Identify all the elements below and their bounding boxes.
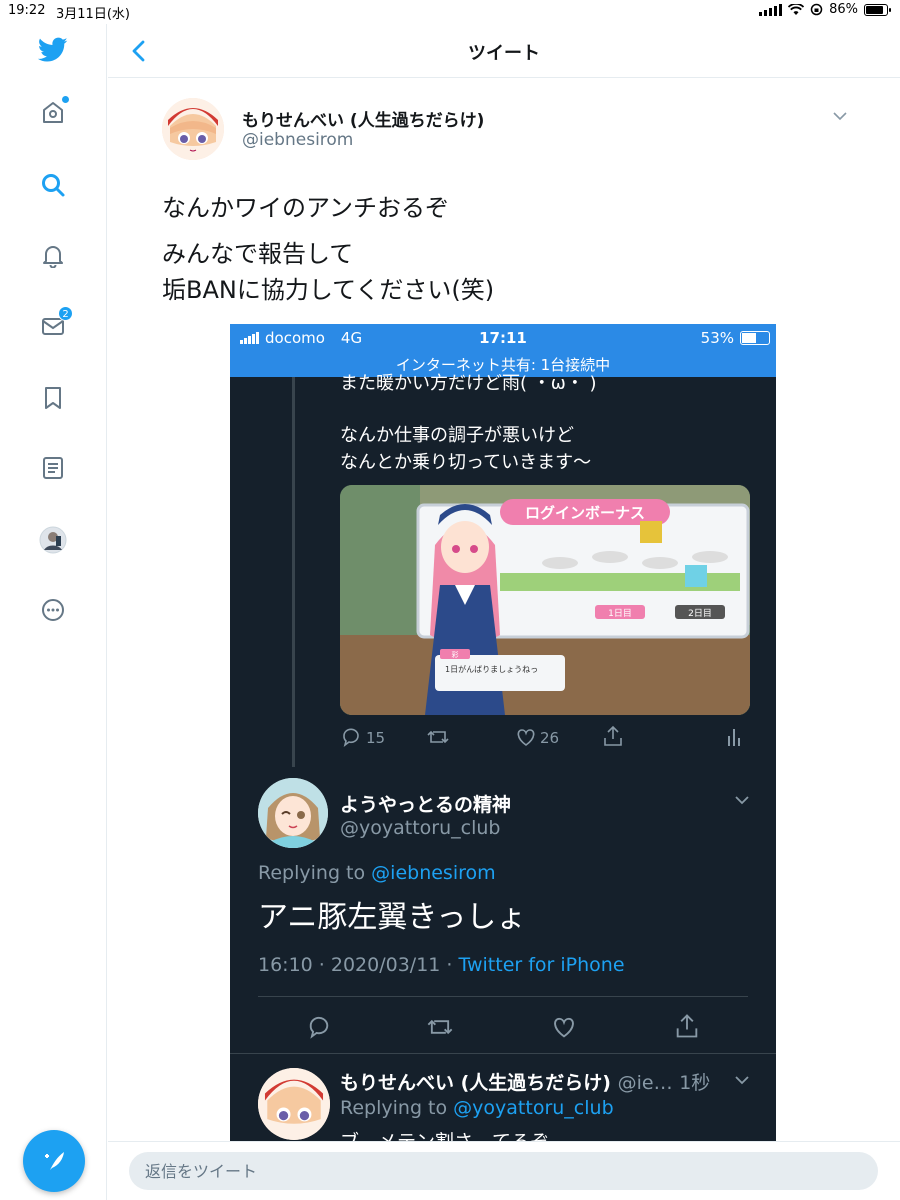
quoted-text-line: なんか仕事の調子が悪いけど xyxy=(340,425,574,446)
character-name-label: 彩 xyxy=(452,650,459,659)
second-reply-time: 1秒 xyxy=(679,1072,711,1094)
signal-icon xyxy=(759,3,783,16)
reply-icon[interactable] xyxy=(340,726,362,748)
quoted-text-line: また暖かい方だけど雨( ・ω・ ) xyxy=(340,373,597,394)
reply-chevron-down-icon[interactable] xyxy=(732,790,752,810)
header-bar: ツイート xyxy=(108,24,900,78)
replying-to: Replying to @iebnesirom xyxy=(258,862,496,884)
second-replying-prefix: Replying to xyxy=(340,1097,448,1119)
sidebar: 2 xyxy=(0,24,107,1200)
bookmark-icon[interactable] xyxy=(37,382,69,414)
second-reply-header: もりせんべい (人生過ちだらけ) @ie… 1秒 xyxy=(340,1068,710,1095)
list-icon[interactable] xyxy=(37,452,69,484)
author-handle[interactable]: @iebnesirom xyxy=(242,130,353,150)
divider xyxy=(258,996,748,997)
tweet-text-line: みんなで報告して xyxy=(162,240,354,268)
reply-meta: 16:10 · 2020/03/11 · Twitter for iPhone xyxy=(258,954,625,976)
replying-prefix: Replying to xyxy=(258,862,366,884)
tweet-text-line: 垢BANに協力してください(笑) xyxy=(162,276,495,304)
battery-percent: 86% xyxy=(829,2,858,17)
reply-source[interactable]: Twitter for iPhone xyxy=(459,954,625,976)
rotation-lock-icon xyxy=(810,3,823,16)
home-icon[interactable] xyxy=(37,96,69,128)
embedded-battery-icon xyxy=(740,331,770,345)
reply-count: 15 xyxy=(366,729,386,747)
wifi-icon xyxy=(788,3,805,15)
status-time: 19:22 xyxy=(8,3,46,18)
second-reply-text: ブ…メテン割さ…てるぞ xyxy=(340,1127,549,1141)
status-bar: 19:22 3月11日(水) 86% xyxy=(0,0,900,24)
replier-name[interactable]: ようやっとるの精神 xyxy=(340,790,511,817)
like-icon[interactable] xyxy=(514,726,538,748)
reply-actions xyxy=(230,1012,776,1042)
mail-icon[interactable]: 2 xyxy=(37,306,73,342)
like-icon[interactable] xyxy=(550,1014,578,1040)
embedded-battery-percent: 53% xyxy=(700,329,734,347)
chevron-down-icon[interactable] xyxy=(830,106,850,126)
status-date: 3月11日(水) xyxy=(56,7,130,22)
like-count: 26 xyxy=(540,729,560,747)
day2-label: 2日目 xyxy=(688,608,712,619)
quoted-text-line: なんとか乗り切っていきます〜 xyxy=(340,452,592,473)
bell-icon[interactable] xyxy=(37,239,69,271)
second-replying-to: Replying to @yoyattoru_club xyxy=(340,1097,614,1119)
messages-badge: 2 xyxy=(58,306,73,321)
character-speech: 1日がんばりましょうねっ xyxy=(445,664,538,674)
share-icon[interactable] xyxy=(674,1012,700,1040)
login-bonus-banner: ログインボーナス xyxy=(525,504,645,522)
retweet-icon[interactable] xyxy=(426,726,450,748)
replier-avatar[interactable] xyxy=(258,778,328,848)
reply-timestamp: 16:10 · 2020/03/11 · xyxy=(258,954,459,976)
share-icon[interactable] xyxy=(602,724,624,748)
more-icon[interactable] xyxy=(37,594,69,626)
game-screenshot-image[interactable]: ログインボーナス 1日目 2日目 彩 1日がんばりましょうねっ xyxy=(340,485,750,715)
reply-icon[interactable] xyxy=(306,1014,332,1040)
profile-avatar-icon[interactable] xyxy=(37,524,69,556)
embedded-time: 17:11 xyxy=(479,329,527,347)
replying-to-link[interactable]: @iebnesirom xyxy=(371,862,495,884)
search-icon[interactable] xyxy=(37,169,69,201)
second-reply-handle[interactable]: @ie… xyxy=(618,1072,673,1094)
compose-icon xyxy=(45,1152,64,1170)
thread-line xyxy=(292,377,295,767)
divider xyxy=(230,1053,776,1054)
reply-input[interactable] xyxy=(129,1152,878,1190)
author-name[interactable]: もりせんべい (人生過ちだらけ) xyxy=(242,106,484,131)
second-replying-to-link[interactable]: @yoyattoru_club xyxy=(453,1097,613,1119)
day1-label: 1日目 xyxy=(608,608,632,619)
author-avatar[interactable] xyxy=(162,98,224,160)
second-reply-avatar[interactable] xyxy=(258,1068,330,1140)
reply-bar xyxy=(108,1141,900,1200)
home-notification-dot xyxy=(62,96,69,103)
page-title: ツイート xyxy=(468,43,540,64)
replier-handle[interactable]: @yoyattoru_club xyxy=(340,817,500,839)
battery-icon xyxy=(864,3,891,16)
tweet-text-line: なんかワイのアンチおるぞ xyxy=(162,194,450,222)
second-reply-name[interactable]: もりせんべい (人生過ちだらけ) xyxy=(340,1072,611,1094)
analytics-icon[interactable] xyxy=(726,726,742,748)
retweet-icon[interactable] xyxy=(426,1014,454,1040)
twitter-logo-icon[interactable] xyxy=(37,34,69,66)
second-reply-chevron-icon[interactable] xyxy=(732,1070,752,1090)
reply-text: アニ豚左翼きっしょ xyxy=(258,900,527,935)
attached-screenshot[interactable]: docomo 4G 17:11 53% インターネット共有: 1台接続中 また暖… xyxy=(230,324,776,1141)
compose-button[interactable] xyxy=(23,1130,85,1192)
quoted-tweet-actions: 15 26 xyxy=(340,724,750,754)
